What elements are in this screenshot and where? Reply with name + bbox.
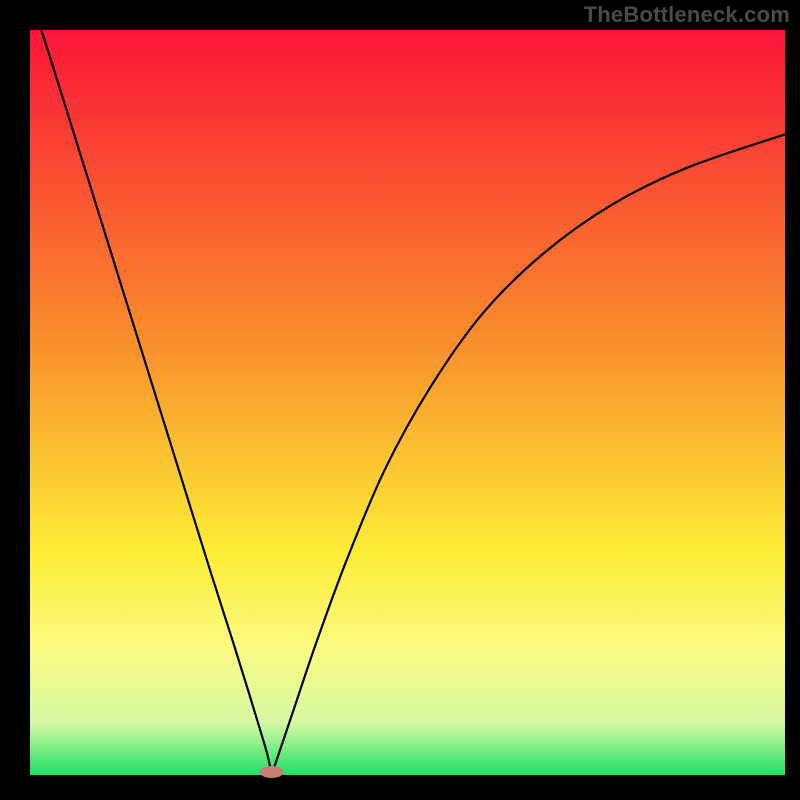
bottleneck-chart	[0, 0, 800, 800]
chart-frame: TheBottleneck.com	[0, 0, 800, 800]
watermark-label: TheBottleneck.com	[584, 2, 790, 28]
minimum-marker	[260, 766, 284, 778]
plot-background	[30, 30, 785, 775]
